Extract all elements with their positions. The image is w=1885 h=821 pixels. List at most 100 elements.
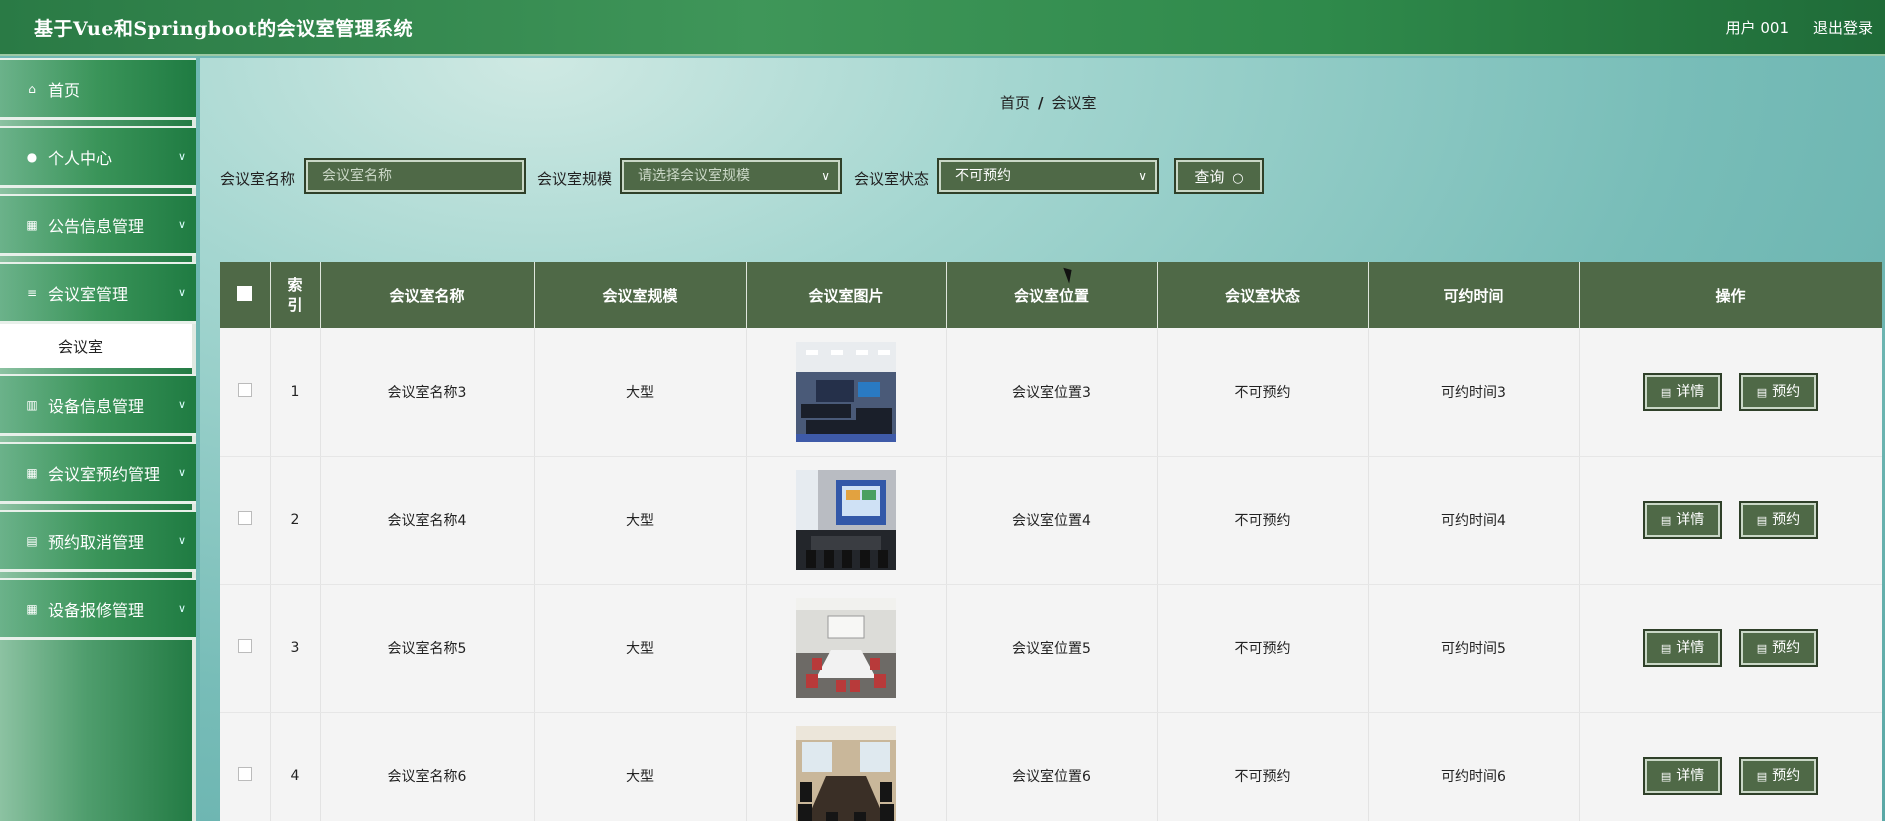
detail-button-label: 详情 (1676, 768, 1705, 784)
sidebar-item-room-management[interactable]: ≡ 会议室管理 ∨ (0, 262, 196, 324)
app-title: 基于Vue和Springboot的会议室管理系统 (34, 18, 414, 40)
cell-actions: ▤ 详情 ▤ 预约 (1579, 584, 1882, 713)
room-photo[interactable] (796, 598, 896, 698)
sidebar-item-label: 设备信息管理 (48, 396, 145, 416)
document-icon: ▤ (1660, 642, 1672, 655)
cell-room-name: 会议室名称6 (320, 712, 535, 821)
sidebar-item-notice[interactable]: ▦ 公告信息管理 ∨ (0, 194, 196, 256)
row-checkbox[interactable] (237, 767, 252, 781)
room-scale-label: 会议室规模 (537, 170, 613, 188)
cell-room-location: 会议室位置5 (946, 584, 1158, 713)
cell-available-time: 可约时间6 (1368, 712, 1580, 821)
cell-room-image (746, 712, 947, 821)
sidebar-item-label: 预约取消管理 (48, 532, 145, 552)
sidebar-item-label: 首页 (48, 80, 81, 100)
grid-icon: ▦ (26, 217, 38, 232)
cell-actions: ▤ 详情 ▤ 预约 (1579, 456, 1882, 585)
room-table: 索引 会议室名称 会议室规模 会议室图片 会议室位置 会议室状态 可约时间 操作… (220, 262, 1882, 821)
sidebar-item-reservation[interactable]: ▦ 会议室预约管理 ∨ (0, 442, 196, 504)
reserve-button-label: 预约 (1772, 512, 1801, 528)
reserve-button[interactable]: ▤ 预约 (1738, 501, 1819, 539)
clipboard-icon: ▤ (26, 533, 38, 548)
col-room-status: 会议室状态 (1157, 262, 1369, 328)
sidebar-item-label: 会议室预约管理 (48, 464, 161, 484)
submenu-item-room[interactable]: 会议室 (0, 324, 192, 368)
cell-room-status: 不可预约 (1157, 584, 1369, 713)
room-name-label: 会议室名称 (220, 170, 296, 188)
detail-button[interactable]: ▤ 详情 (1642, 372, 1723, 411)
sidebar-item-home[interactable]: ⌂ 首页 (0, 58, 196, 120)
cell-room-name: 会议室名称4 (320, 456, 535, 585)
chevron-down-icon: ∨ (177, 150, 186, 163)
home-icon: ⌂ (28, 81, 36, 96)
col-room-image: 会议室图片 (746, 262, 947, 328)
document-icon: ▤ (1660, 385, 1672, 399)
sidebar-item-label: 会议室管理 (48, 284, 129, 304)
current-user: 用户 001 (1725, 19, 1789, 37)
document-icon: ▤ (1756, 514, 1768, 527)
logout-button[interactable]: 退出登录 (1813, 17, 1873, 38)
cell-actions: ▤ 详情 ▤ 预约 (1579, 712, 1882, 821)
table-header-row: 索引 会议室名称 会议室规模 会议室图片 会议室位置 会议室状态 可约时间 操作 (220, 262, 1882, 328)
room-status-label: 会议室状态 (854, 170, 930, 188)
sidebar-item-label: 设备报修管理 (48, 600, 145, 620)
row-checkbox[interactable] (237, 382, 252, 397)
table-row: 1 会议室名称3 大型 会议室位置3 不可预约 可约时间3 ▤ 详情 ▤ 预约 (220, 328, 1882, 457)
reserve-button[interactable]: ▤ 预约 (1738, 757, 1819, 795)
room-photo[interactable] (796, 341, 896, 442)
select-all-checkbox[interactable] (237, 285, 253, 301)
detail-button-label: 详情 (1676, 383, 1705, 400)
detail-button[interactable]: ▤ 详情 (1642, 501, 1723, 539)
reserve-button-label: 预约 (1772, 383, 1801, 400)
detail-button[interactable]: ▤ 详情 (1642, 757, 1723, 795)
document-icon: ▤ (1756, 770, 1768, 783)
cell-room-scale: 大型 (534, 712, 747, 821)
reserve-button-label: 预约 (1772, 768, 1801, 784)
cell-room-scale: 大型 (534, 456, 747, 585)
col-room-location: 会议室位置 (946, 262, 1158, 328)
select-all-cell (220, 262, 271, 328)
sidebar-item-device[interactable]: ▥ 设备信息管理 ∨ (0, 374, 196, 436)
row-checkbox[interactable] (237, 511, 252, 525)
cell-index: 2 (270, 456, 321, 585)
cell-room-status: 不可预约 (1157, 712, 1369, 821)
document-icon: ▤ (1660, 770, 1672, 783)
breadcrumb-separator: / (1038, 94, 1044, 112)
grid-icon: ▦ (26, 465, 38, 480)
chevron-down-icon: ∨ (177, 218, 186, 231)
query-button[interactable]: 查询 ○ (1174, 158, 1264, 194)
chart-icon: ▥ (26, 397, 38, 412)
cell-room-image (746, 456, 947, 585)
detail-button[interactable]: ▤ 详情 (1642, 629, 1723, 667)
breadcrumb: 首页 / 会议室 (1000, 92, 1097, 113)
cell-available-time: 可约时间3 (1368, 328, 1580, 457)
room-photo[interactable] (796, 726, 896, 821)
room-status-select[interactable]: 不可预约 ∨ (937, 158, 1159, 194)
reserve-button[interactable]: ▤ 预约 (1738, 629, 1819, 667)
sidebar-item-cancel[interactable]: ▤ 预约取消管理 ∨ (0, 510, 196, 572)
cell-room-image (746, 584, 947, 713)
search-icon: ○ (1232, 171, 1244, 186)
detail-button-label: 详情 (1676, 640, 1705, 656)
room-scale-select[interactable]: 请选择会议室规模 ∨ (620, 158, 842, 194)
cell-room-location: 会议室位置4 (946, 456, 1158, 585)
breadcrumb-home[interactable]: 首页 (1000, 94, 1030, 112)
sidebar-item-personal-center[interactable]: ● 个人中心 ∨ (0, 126, 196, 188)
col-room-name: 会议室名称 (320, 262, 535, 328)
chevron-up-icon: ∨ (177, 286, 186, 299)
cell-room-location: 会议室位置6 (946, 712, 1158, 821)
grid-icon: ▦ (26, 601, 38, 616)
sidebar-item-repair[interactable]: ▦ 设备报修管理 ∨ (0, 578, 196, 640)
cell-index: 1 (270, 328, 321, 457)
room-photo[interactable] (796, 470, 896, 570)
reserve-button[interactable]: ▤ 预约 (1738, 372, 1819, 411)
col-actions: 操作 (1579, 262, 1882, 328)
row-checkbox[interactable] (237, 639, 252, 653)
cell-room-name: 会议室名称3 (320, 328, 535, 457)
sidebar-item-label: 公告信息管理 (48, 216, 145, 236)
user-icon: ● (26, 149, 38, 164)
reserve-button-label: 预约 (1772, 640, 1801, 656)
col-index: 索引 (270, 262, 321, 328)
cell-room-scale: 大型 (534, 584, 747, 713)
room-name-input[interactable]: 会议室名称 (304, 158, 526, 194)
